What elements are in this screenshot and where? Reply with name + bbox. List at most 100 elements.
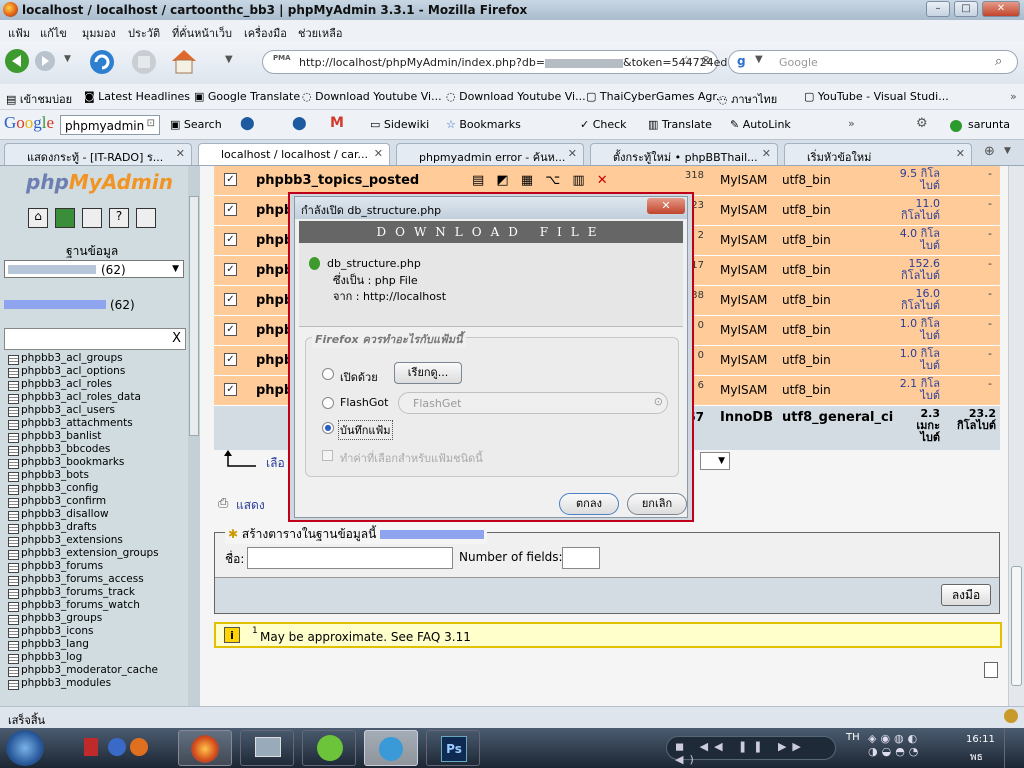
clock[interactable]: 16:11 bbox=[966, 734, 995, 745]
menu-edit[interactable]: แก้ไข bbox=[40, 24, 67, 42]
save-file-label[interactable]: บันทึกแฟ้ม bbox=[338, 420, 393, 440]
table-size[interactable]: 9.5 กิโล ไบต์ bbox=[890, 168, 940, 192]
table-link[interactable]: phpbb3_bots bbox=[6, 469, 196, 482]
new-tab-icon[interactable]: ⊕ bbox=[984, 144, 995, 159]
fields-input[interactable] bbox=[562, 547, 600, 569]
forward-icon[interactable] bbox=[34, 50, 56, 72]
home-icon[interactable] bbox=[168, 46, 200, 76]
open-with-label[interactable]: เปิดด้วย bbox=[340, 368, 378, 386]
menu-tools[interactable]: เครื่องมือ bbox=[244, 24, 287, 42]
exit-icon[interactable] bbox=[55, 208, 75, 228]
toolbar-overflow-icon[interactable]: » bbox=[848, 117, 855, 130]
row-checkbox[interactable]: ✓ bbox=[224, 383, 237, 396]
google-search-input[interactable]: phpmyadmin ⊡ bbox=[60, 115, 160, 135]
google-dropdown-icon[interactable]: ⊡ bbox=[147, 118, 155, 129]
bookmarks-overflow-icon[interactable]: » bbox=[1010, 90, 1017, 103]
row-checkbox[interactable]: ✓ bbox=[224, 293, 237, 306]
table-link[interactable]: phpbb3_acl_roles bbox=[6, 378, 196, 391]
table-size[interactable]: 152.6 กิโลไบต์ bbox=[890, 258, 940, 282]
bookmark-youtube-visual-studio[interactable]: ▢ YouTube - Visual Studi... bbox=[804, 90, 949, 103]
main-scrollbar[interactable] bbox=[1008, 166, 1024, 706]
table-link[interactable]: phpbb3_acl_users bbox=[6, 404, 196, 417]
bookmark-most-visited[interactable]: ▤ เข้าชมบ่อย bbox=[6, 90, 72, 108]
search-magnifier-icon[interactable]: ⌕ bbox=[995, 54, 1002, 69]
search-bar[interactable]: g ▼ Google ⌕ bbox=[728, 50, 1018, 74]
google-search-button[interactable]: ▣ Search bbox=[170, 118, 222, 131]
go-button[interactable]: ลงมือ bbox=[941, 584, 991, 606]
bookmark-download-youtube-1[interactable]: ◌ Download Youtube Vi... bbox=[302, 90, 442, 103]
stop-icon[interactable] bbox=[130, 48, 158, 76]
globe-icon[interactable]: ⬤ bbox=[240, 116, 255, 131]
taskbar-app[interactable] bbox=[302, 730, 356, 766]
media-player-toolbar[interactable]: ◼ ◀◀ ❚❚ ▶▶ ◀) bbox=[666, 736, 836, 766]
table-link[interactable]: phpbb3_extension_groups bbox=[6, 547, 196, 560]
table-link[interactable]: phpbb3_forums_access bbox=[6, 573, 196, 586]
home-icon[interactable]: ⌂ bbox=[28, 208, 48, 228]
row-checkbox[interactable]: ✓ bbox=[224, 173, 237, 186]
wrench-icon[interactable]: ⚙ bbox=[916, 116, 928, 131]
table-size[interactable]: 1.0 กิโล ไบต์ bbox=[890, 348, 940, 372]
tab-4[interactable]: ตั้งกระทู้ใหม่ • phpBBThail... ✕ bbox=[590, 143, 778, 165]
bookmark-thaicybergames[interactable]: ▢ ThaiCyberGames Agr... bbox=[586, 90, 726, 103]
show-desktop-button[interactable] bbox=[1004, 728, 1024, 768]
table-size[interactable]: 4.0 กิโล ไบต์ bbox=[890, 228, 940, 252]
table-link[interactable]: phpbb3_acl_roles_data bbox=[6, 391, 196, 404]
addon-status-icon[interactable] bbox=[1004, 709, 1018, 723]
check-all-link[interactable]: เลือ bbox=[266, 454, 285, 473]
row-checkbox[interactable]: ✓ bbox=[224, 323, 237, 336]
row-checkbox[interactable]: ✓ bbox=[224, 233, 237, 246]
help-icon[interactable]: ? bbox=[109, 208, 129, 228]
table-name[interactable]: phpbb3_topics_posted bbox=[256, 173, 419, 188]
spellcheck-button[interactable]: ✓ Check bbox=[580, 118, 627, 131]
table-filter-input[interactable]: X bbox=[4, 328, 186, 350]
with-selected-select[interactable]: ▼ bbox=[700, 452, 730, 470]
taskbar-computer[interactable] bbox=[240, 730, 294, 766]
row-checkbox[interactable]: ✓ bbox=[224, 353, 237, 366]
translate-button[interactable]: ▥ Translate bbox=[648, 118, 712, 131]
table-link[interactable]: phpbb3_disallow bbox=[6, 508, 196, 521]
table-size[interactable]: 16.0 กิโลไบต์ bbox=[890, 288, 940, 312]
menu-history[interactable]: ประวัติ bbox=[128, 24, 160, 42]
open-with-radio[interactable] bbox=[322, 368, 334, 380]
autolink-button[interactable]: ✎ AutoLink bbox=[730, 118, 791, 131]
row-checkbox[interactable]: ✓ bbox=[224, 203, 237, 216]
table-link[interactable]: phpbb3_forums_watch bbox=[6, 599, 196, 612]
minimize-button[interactable]: – bbox=[926, 1, 950, 17]
menu-bookmarks[interactable]: ที่คั่นหน้าเว็บ bbox=[172, 24, 232, 42]
table-link[interactable]: phpbb3_modules bbox=[6, 677, 196, 690]
google-user[interactable]: sarunta bbox=[968, 118, 1010, 131]
ie-icon[interactable] bbox=[108, 738, 126, 756]
tab-5[interactable]: เริ่มหัวข้อใหม่ ✕ bbox=[784, 143, 972, 165]
edit-comment-icon[interactable] bbox=[984, 662, 998, 678]
dialog-close-button[interactable]: ✕ bbox=[647, 198, 685, 214]
database-name-link[interactable] bbox=[4, 300, 106, 309]
clear-filter-icon[interactable]: X bbox=[172, 331, 181, 346]
menu-file[interactable]: แฟ้ม bbox=[8, 24, 30, 42]
table-size[interactable]: 2.1 กิโล ไบต์ bbox=[890, 378, 940, 402]
bookmarks-button[interactable]: ☆ Bookmarks bbox=[446, 118, 521, 131]
sidewiki-button[interactable]: ▭ Sidewiki bbox=[370, 118, 429, 131]
globe-icon-2[interactable]: ⬤ bbox=[292, 116, 307, 131]
table-link[interactable]: phpbb3_groups bbox=[6, 612, 196, 625]
menu-help[interactable]: ช่วยเหลือ bbox=[298, 24, 342, 42]
engine-dropdown-icon[interactable]: ▼ bbox=[755, 54, 763, 65]
table-link[interactable]: phpbb3_icons bbox=[6, 625, 196, 638]
row-checkbox[interactable]: ✓ bbox=[224, 263, 237, 276]
table-size[interactable]: 1.0 กิโล ไบต์ bbox=[890, 318, 940, 342]
ok-button[interactable]: ตกลง bbox=[559, 493, 619, 515]
table-link[interactable]: phpbb3_acl_groups bbox=[6, 352, 196, 365]
reload-icon[interactable] bbox=[88, 48, 116, 76]
bookmark-latest-headlines[interactable]: ◙ Latest Headlines bbox=[84, 90, 190, 103]
remember-checkbox[interactable] bbox=[322, 450, 333, 461]
taskbar-photoshop[interactable]: Ps bbox=[426, 730, 480, 766]
table-name-input[interactable] bbox=[247, 547, 453, 569]
table-link[interactable]: phpbb3_extensions bbox=[6, 534, 196, 547]
table-size[interactable]: 11.0 กิโลไบต์ bbox=[890, 198, 940, 222]
gmail-icon[interactable]: M bbox=[330, 115, 344, 131]
database-select[interactable]: (62) ▼ bbox=[4, 260, 184, 278]
dropdown-arrow-icon[interactable]: ▼ bbox=[225, 54, 233, 65]
browse-button[interactable]: เรียกดู... bbox=[394, 362, 462, 384]
table-link[interactable]: phpbb3_confirm bbox=[6, 495, 196, 508]
bookmark-thai-language[interactable]: ◌ ภาษาไทย bbox=[718, 90, 777, 108]
tab-list-icon[interactable]: ▼ bbox=[1004, 146, 1011, 156]
